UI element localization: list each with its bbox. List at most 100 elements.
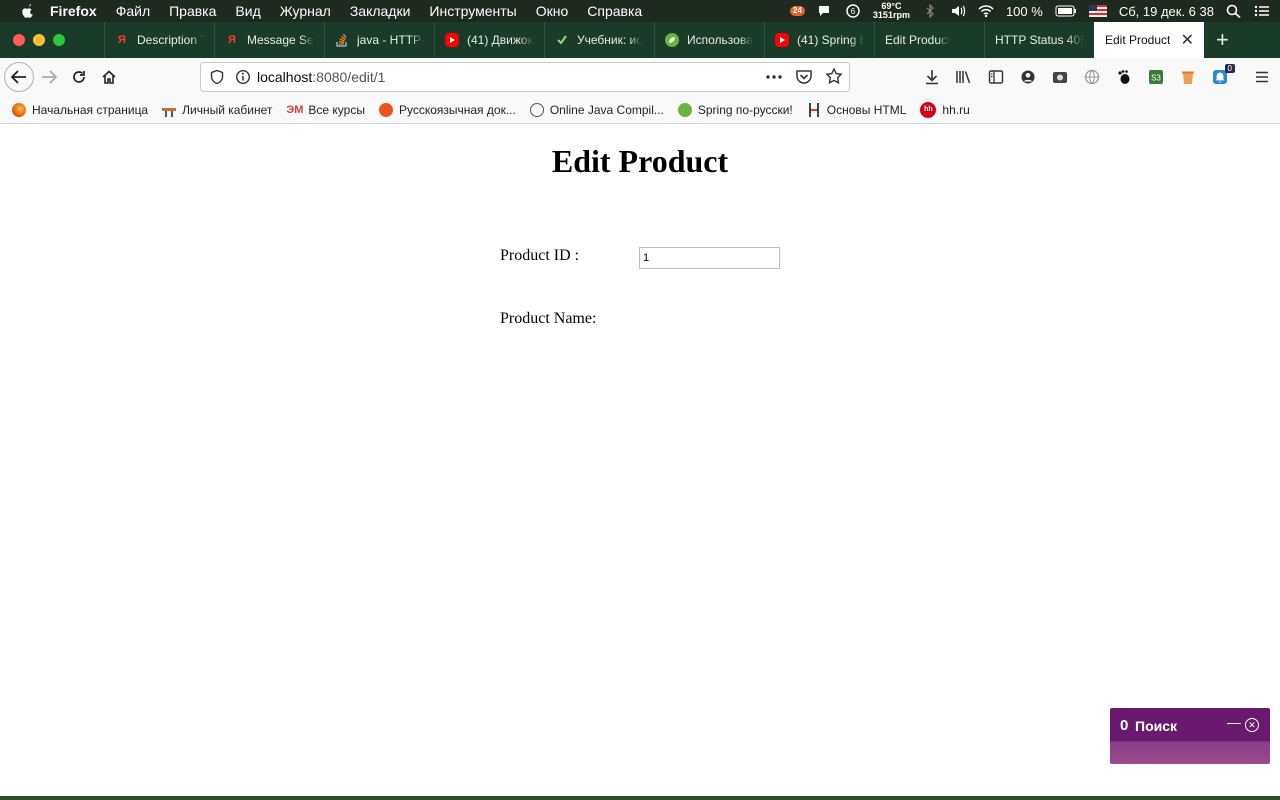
menu-file[interactable]: Файл bbox=[116, 3, 150, 19]
messages-icon[interactable] bbox=[817, 4, 833, 18]
tab-label: Edit Product bbox=[885, 33, 951, 47]
menu-view[interactable]: Вид bbox=[235, 3, 260, 19]
new-tab-button[interactable]: + bbox=[1204, 22, 1241, 58]
bookmark-hh[interactable]: hh hh.ru bbox=[920, 101, 970, 118]
fan-monitor-icon[interactable]: 6 bbox=[845, 4, 861, 18]
shield-icon[interactable] bbox=[209, 69, 225, 85]
close-tab-icon[interactable]: ✕ bbox=[1181, 30, 1194, 50]
close-window-button[interactable] bbox=[13, 34, 25, 46]
back-button[interactable] bbox=[4, 62, 34, 92]
url-text[interactable]: localhost:8080/edit/1 bbox=[257, 69, 385, 85]
home-icon bbox=[102, 70, 116, 84]
menu-history[interactable]: Журнал bbox=[280, 3, 331, 19]
page-actions-icon[interactable] bbox=[765, 67, 783, 87]
download-icon bbox=[926, 70, 938, 85]
extension-gnome-button[interactable] bbox=[1112, 62, 1136, 92]
menu-button[interactable] bbox=[1250, 62, 1274, 92]
sidebar-button[interactable] bbox=[984, 62, 1008, 92]
notification-center-icon[interactable] bbox=[1254, 4, 1270, 18]
menu-help[interactable]: Справка bbox=[587, 3, 642, 19]
clock[interactable]: Сб, 19 дек. 6 38 bbox=[1119, 4, 1214, 19]
extension-notifications-button[interactable]: 0 bbox=[1208, 62, 1235, 92]
menu-bookmarks[interactable]: Закладки bbox=[350, 3, 411, 19]
javarush-icon: ЭМ bbox=[286, 103, 304, 116]
tab-label: (41) Spring B bbox=[797, 33, 864, 47]
library-icon bbox=[956, 71, 971, 84]
forward-button[interactable] bbox=[34, 62, 64, 92]
bookmark-label: Русскоязычная док... bbox=[398, 102, 516, 117]
menubar-status-area: 24 6 69°C 3151rpm 100 % Сб, 19 дек. 6 38 bbox=[790, 0, 1270, 22]
window-controls bbox=[0, 22, 104, 58]
url-host: localhost bbox=[257, 69, 313, 85]
navigation-toolbar: localhost:8080/edit/1 S3 0 bbox=[0, 58, 1280, 96]
account-icon bbox=[1021, 70, 1035, 84]
tab-label: Message Ser bbox=[247, 33, 314, 47]
firefox-icon bbox=[12, 102, 26, 117]
bookmark-start-page[interactable]: Начальная страница bbox=[12, 102, 149, 117]
battery-icon[interactable] bbox=[1055, 4, 1077, 18]
tab-youtube-spring[interactable]: (41) Spring B bbox=[764, 22, 874, 58]
tab-edit-product-active[interactable]: Edit Product ✕ bbox=[1094, 22, 1204, 58]
bookmark-html-basics[interactable]: Основы HTML bbox=[806, 102, 906, 117]
product-name-label: Product Name: bbox=[500, 310, 597, 327]
downloads-button[interactable] bbox=[920, 62, 944, 92]
extension-trash-button[interactable] bbox=[1176, 62, 1200, 92]
tab-message-service[interactable]: Я Message Ser bbox=[214, 22, 324, 58]
bookmark-spring-russian[interactable]: Spring по-русски! bbox=[677, 102, 793, 117]
minimize-window-button[interactable] bbox=[33, 34, 45, 46]
extension-s3-button[interactable]: S3 bbox=[1144, 62, 1168, 92]
bluetooth-icon[interactable] bbox=[922, 4, 938, 18]
stackoverflow-icon bbox=[335, 33, 349, 47]
search-widget[interactable]: 0 Поиск — ✕ bbox=[1110, 708, 1270, 764]
pocket-icon[interactable] bbox=[795, 67, 813, 87]
search-label: Поиск bbox=[1135, 718, 1178, 734]
close-icon[interactable]: ✕ bbox=[1245, 718, 1259, 732]
url-actions bbox=[765, 67, 843, 87]
tab-edit-product-1[interactable]: Edit Product bbox=[874, 22, 984, 58]
spotlight-search-icon[interactable] bbox=[1226, 4, 1242, 18]
cabinet-icon bbox=[162, 102, 177, 117]
menu-app-name[interactable]: Firefox bbox=[50, 3, 97, 19]
extension-globe-button[interactable] bbox=[1080, 62, 1104, 92]
notification-badge[interactable]: 24 bbox=[790, 6, 805, 16]
bookmark-personal-account[interactable]: Личный кабинет bbox=[162, 102, 273, 117]
tab-java-http[interactable]: java - HTTP- bbox=[324, 22, 434, 58]
sidebar-icon bbox=[988, 70, 1004, 84]
apple-icon[interactable] bbox=[20, 3, 36, 19]
wifi-icon[interactable] bbox=[978, 4, 994, 18]
library-button[interactable] bbox=[952, 62, 976, 92]
url-bar[interactable]: localhost:8080/edit/1 bbox=[200, 62, 850, 92]
us-flag-icon[interactable] bbox=[1088, 4, 1107, 18]
reload-button[interactable] bbox=[64, 62, 94, 92]
tab-tutorial[interactable]: Учебник: ис bbox=[544, 22, 654, 58]
bookmark-label: Личный кабинет bbox=[182, 102, 273, 117]
minimize-icon[interactable]: — bbox=[1227, 714, 1241, 730]
info-icon[interactable] bbox=[235, 69, 251, 85]
bookmark-label: Online Java Compil... bbox=[549, 102, 664, 117]
bookmark-online-java-compiler[interactable]: Online Java Compil... bbox=[529, 102, 664, 117]
url-path: :8080/edit/1 bbox=[312, 69, 386, 85]
bookmark-all-courses[interactable]: ЭМ Все курсы bbox=[286, 103, 365, 117]
menu-edit[interactable]: Правка bbox=[169, 3, 216, 19]
bookmark-label: Начальная страница bbox=[32, 102, 149, 117]
tab-using-spring[interactable]: Использова bbox=[654, 22, 764, 58]
tab-description[interactable]: Я Description T bbox=[104, 22, 214, 58]
temperature-readout: 69°C 3151rpm bbox=[873, 2, 910, 20]
tab-label: (41) Движок bbox=[467, 33, 533, 47]
account-button[interactable] bbox=[1016, 62, 1040, 92]
tab-label: Description T bbox=[137, 33, 204, 47]
bookmark-star-icon[interactable] bbox=[825, 67, 843, 87]
svg-text:6: 6 bbox=[851, 7, 856, 16]
product-id-input[interactable] bbox=[639, 247, 780, 269]
home-button[interactable] bbox=[94, 62, 124, 92]
volume-icon[interactable] bbox=[950, 4, 966, 18]
menu-tools[interactable]: Инструменты bbox=[429, 3, 516, 19]
tab-youtube-engine[interactable]: (41) Движок bbox=[434, 22, 544, 58]
zoom-window-button[interactable] bbox=[53, 34, 65, 46]
yandex-icon: Я bbox=[228, 34, 236, 46]
menu-window[interactable]: Окно bbox=[536, 3, 569, 19]
extension-screenshot-button[interactable] bbox=[1048, 62, 1072, 92]
tab-http-status-405[interactable]: HTTP Status 405 bbox=[984, 22, 1094, 58]
bookmark-russian-docs[interactable]: Русскоязычная док... bbox=[378, 102, 516, 117]
tab-label: Учебник: ис bbox=[577, 33, 643, 47]
